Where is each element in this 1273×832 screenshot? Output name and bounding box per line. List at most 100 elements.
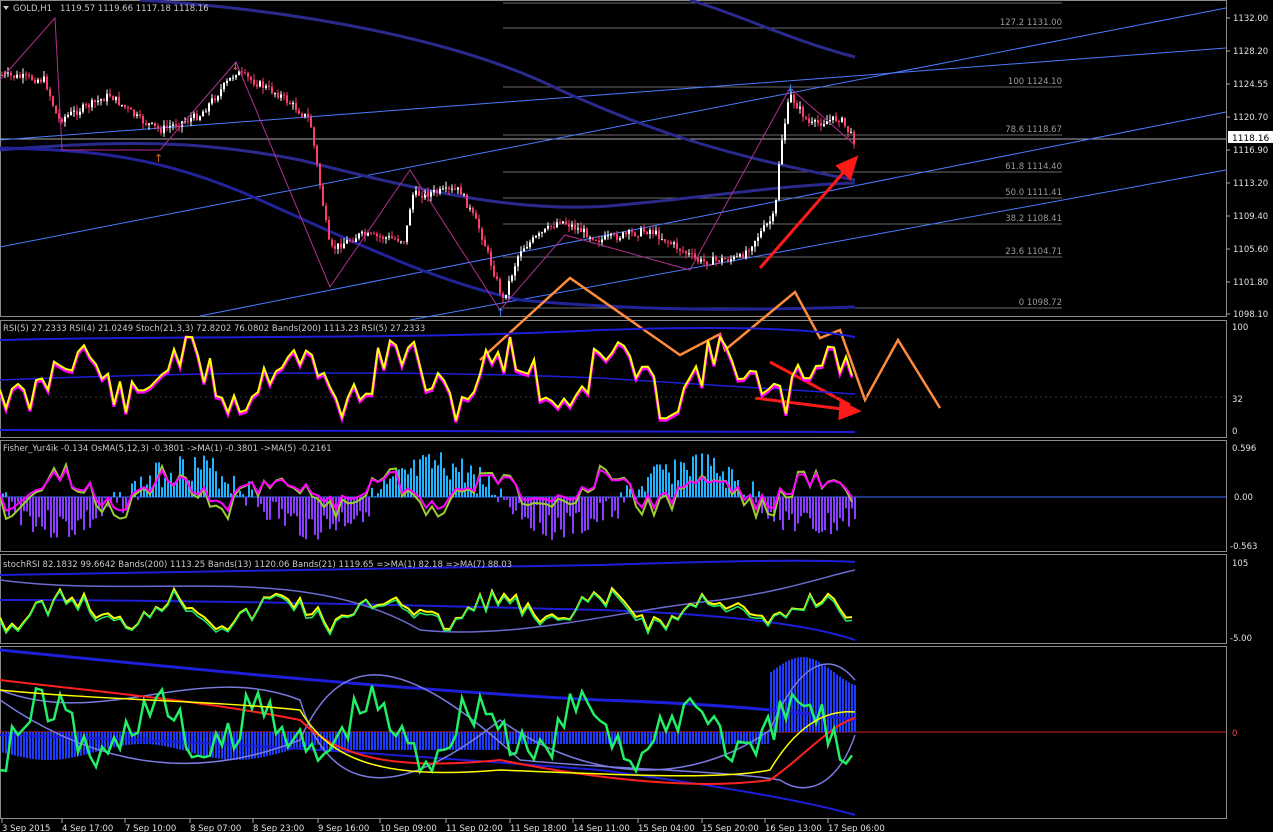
candle-body — [532, 237, 534, 243]
candle-body — [31, 75, 33, 80]
bottom-histogram-bar — [371, 732, 373, 750]
fisher-histogram-bar — [392, 476, 394, 497]
bottom-histogram-bar — [173, 732, 175, 749]
fisher-histogram-bar — [284, 497, 286, 526]
candle-body — [772, 213, 774, 222]
fisher-histogram-bar — [590, 497, 592, 519]
candle-body — [529, 242, 531, 248]
fisher-histogram-bar — [653, 466, 655, 497]
bottom-histogram-bar — [659, 732, 661, 744]
candle-body — [154, 122, 156, 126]
candle-body — [802, 106, 804, 118]
bottom-histogram-bar — [686, 732, 688, 744]
candle-body — [226, 80, 228, 84]
bottom-histogram-bar — [281, 732, 283, 753]
candle-body — [145, 123, 147, 125]
candle-body — [28, 74, 30, 76]
candle-body — [199, 116, 201, 121]
candle-body — [631, 230, 633, 233]
fisher-histogram-bar — [431, 468, 433, 497]
candle-body — [787, 102, 789, 124]
candle-body — [649, 230, 651, 234]
candle-body — [40, 79, 42, 82]
fisher-histogram-bar — [50, 497, 52, 538]
bottom-histogram-bar — [269, 732, 271, 756]
bottom-histogram-bar — [512, 732, 514, 744]
fisher-histogram-bar — [758, 491, 760, 497]
candle-body — [211, 98, 213, 104]
fisher-histogram-bar — [158, 462, 160, 497]
fisher-histogram-bar — [29, 497, 31, 517]
candle-body — [763, 225, 765, 231]
bottom-histogram-bar — [605, 732, 607, 744]
candle-body — [733, 256, 735, 260]
candle-body — [61, 118, 63, 122]
svg-text:↓: ↓ — [231, 60, 240, 73]
fisher-histogram-bar — [839, 497, 841, 519]
candle-body — [544, 228, 546, 233]
candle-body — [103, 99, 105, 102]
candle-body — [88, 104, 90, 108]
candle-body — [841, 117, 843, 122]
fisher-histogram-bar — [458, 472, 460, 497]
bottom-histogram-bar — [473, 732, 475, 750]
candle-body — [673, 242, 675, 244]
candle-body — [169, 125, 171, 128]
fisher-histogram-bar — [782, 497, 784, 531]
bottom-histogram-bar — [587, 732, 589, 744]
fisher-histogram-bar — [35, 497, 37, 527]
fisher-histogram-bar — [221, 476, 223, 497]
candle-body — [601, 239, 603, 243]
candle-body — [577, 228, 579, 230]
candle-body — [709, 264, 711, 266]
fisher-histogram-bar — [752, 481, 754, 497]
candle-body — [10, 72, 12, 76]
bottom-histogram-bar — [797, 657, 799, 732]
candle-body — [748, 250, 750, 252]
candle-body — [739, 254, 741, 257]
time-tick: 9 Sep 16:00 — [318, 824, 369, 832]
candle-body — [82, 104, 84, 112]
fisher-histogram-bar — [356, 497, 358, 516]
candle-body — [604, 235, 606, 240]
bottom-histogram-bar — [146, 732, 148, 745]
fisher-histogram-bar — [89, 497, 91, 528]
bottom-histogram-bar — [845, 680, 847, 732]
bottom-histogram-bar — [161, 732, 163, 746]
bottom-histogram-bar — [680, 732, 682, 744]
fisher-histogram-bar — [800, 497, 802, 517]
fisher-histogram-bar — [728, 466, 730, 497]
bottom-histogram-bar — [674, 732, 676, 744]
candle-body — [769, 221, 771, 224]
candle-body — [418, 190, 420, 196]
fisher-histogram-bar — [209, 468, 211, 497]
fisher-histogram-bar — [17, 497, 19, 502]
fisher-histogram-bar — [437, 465, 439, 497]
trading-chart[interactable]: 1132.00 1128.20 1124.55 1120.70 1116.90 1113.… — [0, 0, 1273, 832]
candle-body — [52, 96, 54, 106]
candle-body — [541, 232, 543, 234]
bottom-histogram-bar — [713, 732, 715, 744]
bottom-histogram-bar — [383, 732, 385, 750]
fisher-histogram-bar — [5, 492, 7, 497]
candle-body — [685, 251, 687, 254]
candle-body — [451, 188, 453, 190]
fisher-histogram-bar — [194, 457, 196, 497]
bottom-histogram-bar — [386, 732, 388, 750]
fisher-histogram-bar — [539, 497, 541, 523]
bottom-histogram-bar — [581, 732, 583, 744]
bottom-histogram-bar — [107, 732, 109, 749]
bottom-histogram-bar — [485, 732, 487, 750]
candle-body — [742, 254, 744, 258]
candle-body — [64, 116, 66, 122]
bottom-histogram-bar — [632, 732, 634, 744]
fisher-histogram-bar — [611, 497, 613, 518]
fisher-histogram-bar — [272, 497, 274, 502]
candle-body — [130, 107, 132, 110]
candle-body — [163, 125, 165, 133]
candle-body — [784, 123, 786, 141]
time-tick: 14 Sep 11:00 — [573, 824, 630, 832]
fisher-histogram-bar — [161, 487, 163, 497]
fisher-histogram-bar — [797, 497, 799, 524]
bottom-histogram-bar — [812, 659, 814, 732]
